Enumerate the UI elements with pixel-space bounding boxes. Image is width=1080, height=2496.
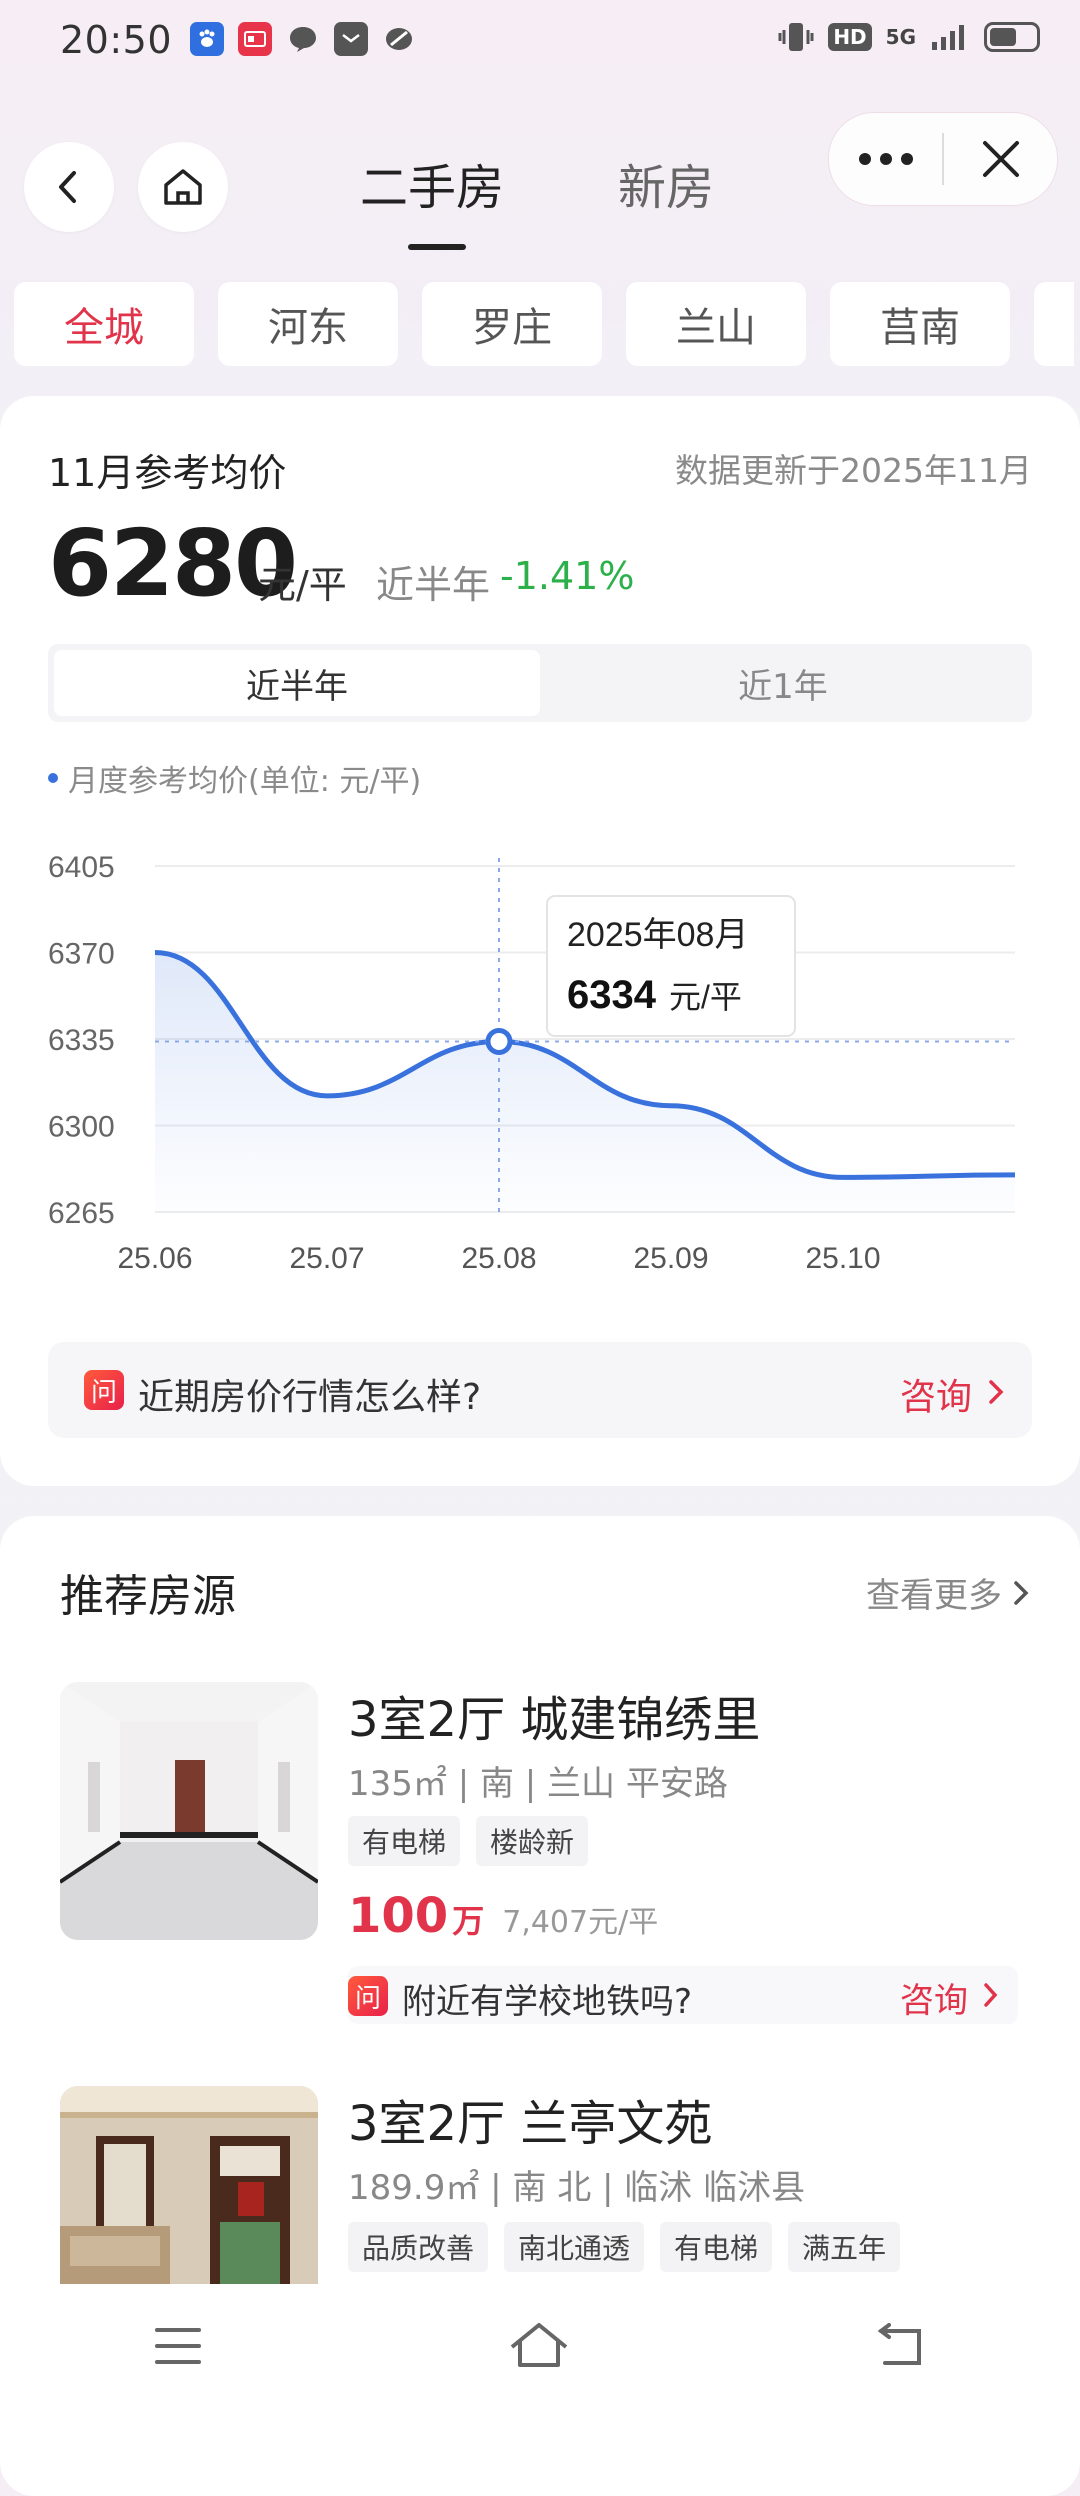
- listing-ask-question: 附近有学校地铁吗?: [402, 1982, 693, 2022]
- message-bubble-icon: [286, 22, 320, 56]
- see-more-label: 查看更多: [866, 1576, 1002, 1616]
- listing-tag: 满五年: [788, 2222, 901, 2272]
- home-nav-icon[interactable]: [508, 2321, 570, 2371]
- status-time: 20:50: [60, 18, 173, 62]
- baidu-paw-icon: [190, 22, 224, 56]
- chart-legend: 月度参考均价(单位: 元/平): [48, 756, 421, 800]
- ask-badge-icon: 问: [84, 1370, 124, 1410]
- vibrate-icon: [778, 23, 814, 51]
- listing-title[interactable]: 3室2厅 城建锦绣里: [348, 1680, 760, 1750]
- listing-title[interactable]: 3室2厅 兰亭文苑: [348, 2084, 712, 2154]
- district-chip-partial[interactable]: [1034, 282, 1074, 366]
- price-line-chart[interactable]: 6405 6370 6335 6300 6265 25.06 25.07 25.08 25.0…: [0, 830, 1080, 1290]
- listing-unit-price: 7,407元/平: [502, 1905, 659, 1940]
- back-arrow-icon: [59, 171, 76, 203]
- range-selector: 近半年 近1年: [48, 644, 1032, 722]
- listing-tags: 品质改善 南北通透 有电梯 满五年: [348, 2222, 901, 2272]
- listing-price-unit: 万: [452, 1902, 485, 1940]
- listing-tag: 楼龄新: [476, 1816, 589, 1866]
- listing-tags: 有电梯 楼龄新: [348, 1816, 589, 1866]
- ask-question: 近期房价行情怎么样?: [138, 1377, 482, 1418]
- chart-tooltip: 2025年08月 6334 元/平: [546, 895, 796, 1037]
- y-tick-label: 6405: [48, 851, 115, 884]
- price-change: -1.41%: [500, 554, 635, 598]
- listing-meta: 135㎡ | 南 | 兰山 平安路: [348, 1764, 728, 1804]
- notification-icons: [190, 22, 416, 56]
- listing-tag: 品质改善: [348, 2222, 489, 2272]
- ask-consult-link[interactable]: 咨询: [900, 1368, 972, 1420]
- toutiao-icon: [238, 22, 272, 56]
- home-button[interactable]: [138, 142, 228, 232]
- back-nav-icon[interactable]: [875, 2323, 927, 2369]
- x-tick-label: 25.10: [805, 1242, 880, 1275]
- legend-dot: [48, 773, 58, 783]
- leaf-app-icon: [382, 22, 416, 56]
- price-title: 11月参考均价: [48, 451, 287, 495]
- range-half-year[interactable]: 近半年: [54, 650, 540, 716]
- highlight-point[interactable]: [485, 1027, 513, 1055]
- tab-active-indicator: [408, 244, 466, 250]
- battery-icon: [984, 22, 1040, 52]
- y-tick-label: 6335: [48, 1024, 115, 1057]
- district-chip-lanshan[interactable]: 兰山: [626, 282, 806, 366]
- recommend-title: 推荐房源: [60, 1571, 236, 1622]
- price-unit: 元/平: [258, 563, 347, 607]
- x-tick-label: 25.07: [289, 1242, 364, 1275]
- listing-meta: 189.9㎡ | 南 北 | 临沭 临沭县: [348, 2168, 806, 2208]
- y-tick-label: 6265: [48, 1197, 115, 1230]
- y-tick-label: 6370: [48, 938, 115, 971]
- district-chips: 全城 河东 罗庄 兰山 莒南: [14, 282, 1074, 366]
- back-button[interactable]: [24, 142, 114, 232]
- signal-5g: 5G: [885, 25, 916, 49]
- listing-photo[interactable]: [60, 2086, 318, 2284]
- system-status: HD 5G: [778, 20, 1040, 54]
- tooltip-date: 2025年08月: [567, 916, 748, 954]
- more-button[interactable]: [829, 113, 942, 205]
- close-icon: [982, 141, 1019, 177]
- price-change-label: 近半年: [376, 563, 491, 607]
- home-icon: [164, 169, 202, 205]
- see-more-link[interactable]: 查看更多: [866, 1568, 1030, 1617]
- tab-second-hand[interactable]: 二手房: [360, 148, 504, 218]
- listing-consult-link[interactable]: 咨询: [900, 1973, 968, 2022]
- tooltip-unit: 元/平: [669, 979, 742, 1015]
- chevron-right-icon: [989, 1380, 1004, 1404]
- inbox-icon: [334, 22, 368, 56]
- menu-icon[interactable]: [153, 2324, 203, 2368]
- x-tick-label: 25.06: [117, 1242, 192, 1275]
- listing-price: 100 万 7,407元/平: [348, 1888, 658, 1944]
- signal-bars-icon: [932, 25, 964, 50]
- chevron-right-icon: [1014, 1580, 1029, 1605]
- close-button[interactable]: [944, 113, 1057, 205]
- system-nav-bar: [0, 2284, 1080, 2408]
- ask-badge-icon: 问: [348, 1976, 388, 2016]
- tab-new-house[interactable]: 新房: [618, 148, 714, 218]
- y-tick-label: 6300: [48, 1111, 115, 1144]
- tooltip-value: 6334: [567, 973, 657, 1017]
- district-chip-hedong[interactable]: 河东: [218, 282, 398, 366]
- listing-tag: 有电梯: [348, 1816, 461, 1866]
- price-ask-bar[interactable]: 问 近期房价行情怎么样? 咨询: [48, 1342, 1032, 1438]
- district-chip-luozhuang[interactable]: 罗庄: [422, 282, 602, 366]
- legend-label: 月度参考均价(单位: 元/平): [68, 764, 422, 799]
- listing-tag: 南北通透: [504, 2222, 645, 2272]
- mini-program-capsule: [828, 112, 1058, 206]
- status-bar: 20:50 HD 5G: [0, 0, 1080, 80]
- x-tick-label: 25.09: [633, 1242, 708, 1275]
- district-chip-junan[interactable]: 莒南: [830, 282, 1010, 366]
- listing-ask-bar[interactable]: 问 附近有学校地铁吗? 咨询: [348, 1966, 1018, 2024]
- x-tick-label: 25.08: [461, 1242, 536, 1275]
- listing-photo[interactable]: [60, 1682, 318, 1940]
- price-update-time: 数据更新于2025年11月: [675, 451, 1032, 490]
- hd-badge: HD: [828, 23, 872, 51]
- listing-tag: 有电梯: [660, 2222, 773, 2272]
- listing-total-price: 100: [348, 1888, 449, 1944]
- district-chip-all[interactable]: 全城: [14, 282, 194, 366]
- range-one-year[interactable]: 近1年: [540, 650, 1026, 716]
- chevron-right-icon: [984, 1983, 998, 2007]
- more-dots-icon: [858, 153, 913, 165]
